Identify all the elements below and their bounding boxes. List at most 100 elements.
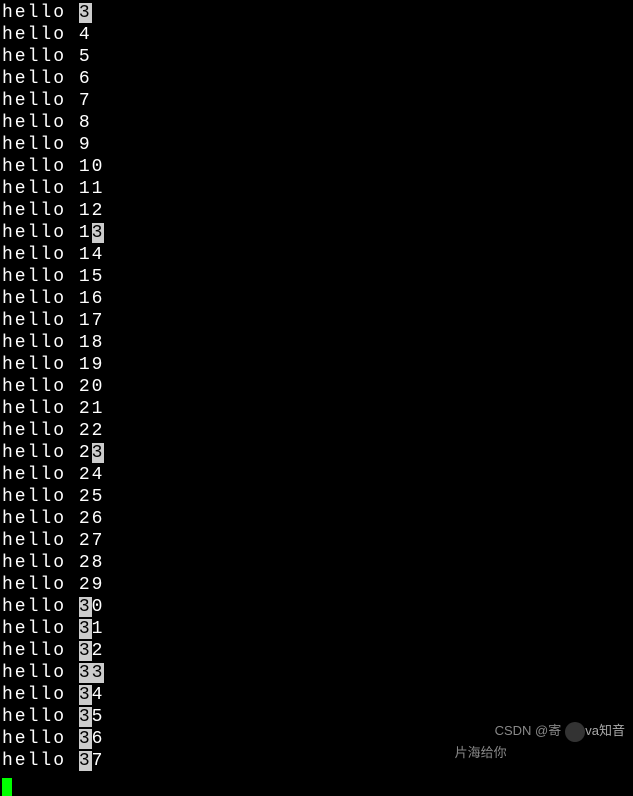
terminal-line: hello 23 <box>2 442 631 464</box>
search-highlight: 3 <box>79 751 92 771</box>
line-number: 29 <box>79 575 105 595</box>
line-number: 8 <box>79 113 92 133</box>
line-number: 25 <box>79 487 105 507</box>
line-number: 14 <box>79 245 105 265</box>
line-prefix: hello <box>2 377 79 397</box>
line-prefix: hello <box>2 311 79 331</box>
line-prefix: hello <box>2 553 79 573</box>
line-number: 19 <box>79 355 105 375</box>
line-prefix: hello <box>2 47 79 67</box>
line-number-part: 4 <box>92 685 105 705</box>
line-number-part: 7 <box>92 751 105 771</box>
search-highlight: 3 <box>79 619 92 639</box>
line-number: 11 <box>79 179 105 199</box>
line-prefix: hello <box>2 245 79 265</box>
line-prefix: hello <box>2 443 79 463</box>
terminal-line: hello 28 <box>2 552 631 574</box>
search-highlight: 3 <box>79 707 92 727</box>
line-number: 10 <box>79 157 105 177</box>
line-prefix: hello <box>2 421 79 441</box>
line-prefix: hello <box>2 707 79 727</box>
line-number: 27 <box>79 531 105 551</box>
line-prefix: hello <box>2 135 79 155</box>
line-prefix: hello <box>2 487 79 507</box>
wechat-icon <box>565 722 585 742</box>
watermark: CSDN @寄va知音 片海给你 <box>495 720 625 764</box>
line-prefix: hello <box>2 201 79 221</box>
line-prefix: hello <box>2 663 79 683</box>
terminal-line: hello 14 <box>2 244 631 266</box>
search-highlight: 3 <box>79 597 92 617</box>
line-prefix: hello <box>2 69 79 89</box>
line-number-part: 2 <box>79 443 92 463</box>
line-number-part: 1 <box>92 619 105 639</box>
line-number: 28 <box>79 553 105 573</box>
line-prefix: hello <box>2 729 79 749</box>
search-highlight: 33 <box>79 663 105 683</box>
terminal-line: hello 32 <box>2 640 631 662</box>
line-prefix: hello <box>2 509 79 529</box>
line-number: 20 <box>79 377 105 397</box>
line-number-part: 1 <box>79 223 92 243</box>
terminal-line: hello 34 <box>2 684 631 706</box>
line-number: 18 <box>79 333 105 353</box>
terminal-line: hello 30 <box>2 596 631 618</box>
line-number: 22 <box>79 421 105 441</box>
line-prefix: hello <box>2 641 79 661</box>
terminal-line: hello 24 <box>2 464 631 486</box>
watermark-text-after: 片海给你 <box>455 745 507 760</box>
line-number: 21 <box>79 399 105 419</box>
terminal-line: hello 15 <box>2 266 631 288</box>
terminal-line: hello 26 <box>2 508 631 530</box>
terminal-line: hello 20 <box>2 376 631 398</box>
line-number: 24 <box>79 465 105 485</box>
line-prefix: hello <box>2 91 79 111</box>
search-highlight: 3 <box>79 685 92 705</box>
terminal-line: hello 21 <box>2 398 631 420</box>
search-highlight: 3 <box>92 443 105 463</box>
terminal-line: hello 3 <box>2 2 631 24</box>
line-number: 9 <box>79 135 92 155</box>
terminal-line: hello 31 <box>2 618 631 640</box>
line-number: 17 <box>79 311 105 331</box>
line-number-part: 5 <box>92 707 105 727</box>
line-number: 5 <box>79 47 92 67</box>
line-number-part: 0 <box>92 597 105 617</box>
line-prefix: hello <box>2 355 79 375</box>
terminal-line: hello 22 <box>2 420 631 442</box>
line-prefix: hello <box>2 25 79 45</box>
terminal-cursor <box>2 778 12 796</box>
line-prefix: hello <box>2 575 79 595</box>
terminal-line: hello 4 <box>2 24 631 46</box>
line-prefix: hello <box>2 619 79 639</box>
line-number: 4 <box>79 25 92 45</box>
terminal-line: hello 13 <box>2 222 631 244</box>
terminal-line: hello 9 <box>2 134 631 156</box>
line-prefix: hello <box>2 157 79 177</box>
terminal-line: hello 18 <box>2 332 631 354</box>
terminal-line: hello 6 <box>2 68 631 90</box>
line-prefix: hello <box>2 333 79 353</box>
terminal-line: hello 10 <box>2 156 631 178</box>
line-prefix: hello <box>2 531 79 551</box>
search-highlight: 3 <box>79 641 92 661</box>
terminal-output[interactable]: hello 3hello 4hello 5hello 6hello 7hello… <box>0 0 633 774</box>
terminal-line: hello 29 <box>2 574 631 596</box>
terminal-line: hello 19 <box>2 354 631 376</box>
line-prefix: hello <box>2 685 79 705</box>
terminal-line: hello 12 <box>2 200 631 222</box>
terminal-line: hello 8 <box>2 112 631 134</box>
line-prefix: hello <box>2 3 79 23</box>
line-prefix: hello <box>2 597 79 617</box>
watermark-text-before: CSDN @寄 <box>495 723 562 738</box>
terminal-line: hello 7 <box>2 90 631 112</box>
terminal-line: hello 11 <box>2 178 631 200</box>
line-number: 15 <box>79 267 105 287</box>
line-number-part: 6 <box>92 729 105 749</box>
line-prefix: hello <box>2 399 79 419</box>
line-prefix: hello <box>2 751 79 771</box>
line-prefix: hello <box>2 113 79 133</box>
line-number: 6 <box>79 69 92 89</box>
line-number: 7 <box>79 91 92 111</box>
line-prefix: hello <box>2 223 79 243</box>
